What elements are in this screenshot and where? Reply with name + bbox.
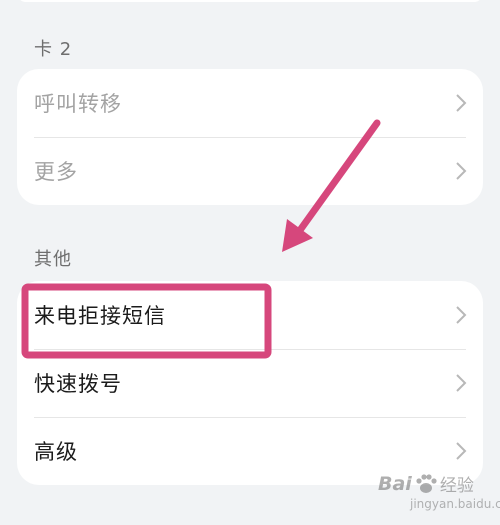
- settings-screen: 卡 2 呼叫转移 更多 其他 来电拒接短信 快速拨号 高级 Bai 经验 jin…: [0, 0, 500, 525]
- more-row: 更多: [17, 137, 483, 205]
- chevron-right-icon: [456, 442, 467, 460]
- call-forwarding-row: 呼叫转移: [17, 69, 483, 137]
- pointer-arrow-head: [282, 219, 313, 252]
- chevron-right-icon: [456, 162, 467, 180]
- watermark-url: jingyan.baidu.com: [410, 497, 500, 511]
- baidu-watermark: Bai 经验: [378, 471, 474, 497]
- speed-dial-row[interactable]: 快速拨号: [17, 349, 483, 417]
- call-reject-sms-row[interactable]: 来电拒接短信: [17, 281, 483, 349]
- paw-icon: [416, 473, 437, 493]
- speed-dial-label: 快速拨号: [34, 372, 122, 396]
- other-settings-group: 来电拒接短信 快速拨号 高级: [17, 281, 483, 485]
- watermark-suffix: 经验: [439, 476, 474, 496]
- section-header-card2: 卡 2: [34, 39, 73, 60]
- watermark-brand: Bai: [378, 472, 412, 495]
- call-forwarding-label: 呼叫转移: [34, 92, 122, 116]
- call-reject-sms-label: 来电拒接短信: [34, 304, 166, 328]
- chevron-right-icon: [456, 94, 467, 112]
- advanced-label: 高级: [34, 440, 78, 464]
- previous-card-edge: [17, 0, 483, 2]
- chevron-right-icon: [456, 374, 467, 392]
- more-label: 更多: [34, 160, 78, 184]
- section-header-other: 其他: [34, 249, 72, 270]
- chevron-right-icon: [456, 306, 467, 324]
- card2-settings-group: 呼叫转移 更多: [17, 69, 483, 205]
